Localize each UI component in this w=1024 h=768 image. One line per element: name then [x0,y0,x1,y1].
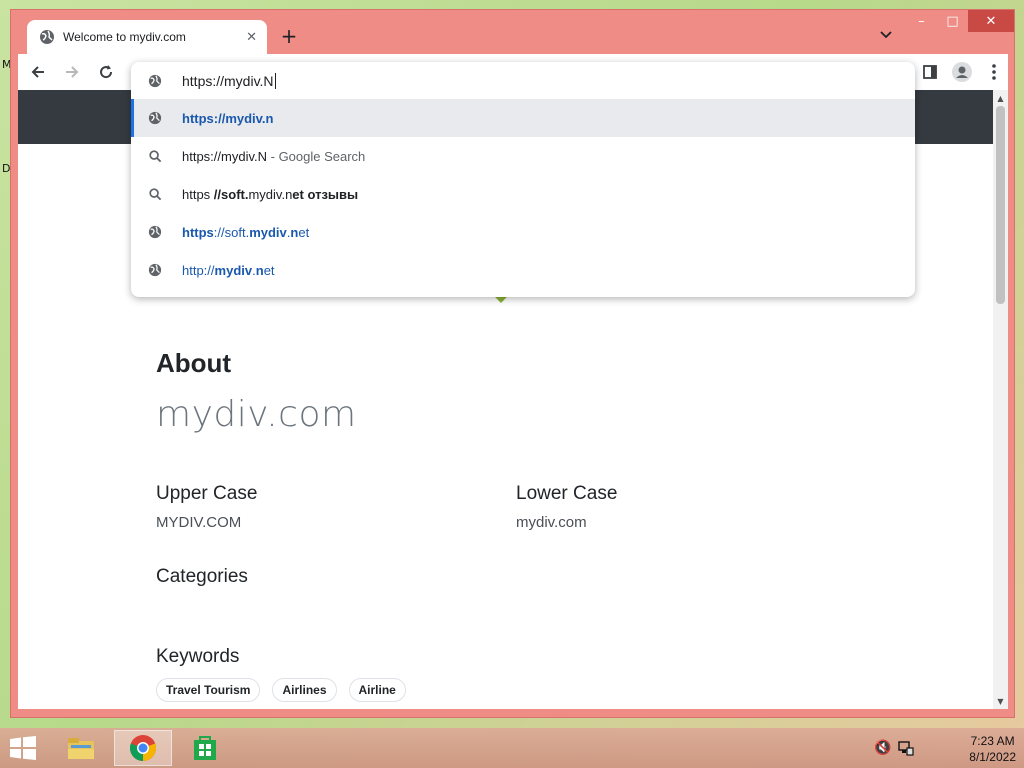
kebab-menu-icon [992,64,996,80]
suggestion-text-part: https [182,224,214,240]
omnibox-suggestion[interactable]: https://mydiv.n [131,99,915,137]
clock-time: 7:23 AM [970,734,1015,748]
suggestion-text-part: et [298,224,310,240]
domain-title: mydiv.com [156,394,357,435]
store-icon [194,736,216,760]
taskbar-chrome[interactable] [114,730,172,766]
suggestion-text-part: n [255,262,264,278]
new-tab-button[interactable]: + [277,24,301,48]
close-window-button[interactable]: ✕ [968,10,1014,32]
keyword-tag[interactable]: Airline [348,678,406,702]
clock-date: 8/1/2022 [969,750,1016,764]
suggestion-text-part: https://mydiv.n [182,110,274,126]
vertical-scrollbar[interactable]: ▲ ▼ [993,90,1008,709]
folder-icon [68,738,94,759]
suggestion-text-part: mydiv.n [248,186,293,202]
keyword-tags: Travel Tourism Airlines Airline [156,678,406,702]
browser-window: – □ ✕ Welcome to mydiv.com ✕ + About myd… [10,9,1015,718]
side-panel-icon [923,65,937,79]
scroll-down-arrow-icon[interactable]: ▼ [993,694,1008,708]
chrome-icon [129,735,157,761]
omnibox-suggestion[interactable]: https //soft.mydiv.net отзывы [131,175,915,213]
selection-indicator [131,99,134,137]
minimize-button[interactable]: – [906,10,937,32]
suggestion-text-part: ://soft. [213,224,250,240]
suggestion-text-part: http:// [182,262,215,278]
windows-start-icon[interactable] [8,736,38,760]
about-heading: About [156,348,232,378]
taskbar: 🔇 7:23 AM 8/1/2022 [0,728,1024,768]
side-panel-button[interactable] [918,60,942,84]
system-clock[interactable]: 7:23 AM 8/1/2022 [969,733,1016,765]
omnibox-suggestion[interactable]: https://mydiv.N - Google Search [131,137,915,175]
keyword-tag[interactable]: Travel Tourism [156,678,261,702]
reload-button[interactable] [94,60,118,84]
scrollbar-thumb[interactable] [996,106,1005,304]
globe-icon [147,262,163,278]
omnibox-suggestion[interactable]: https://soft.mydiv.net [131,213,915,251]
globe-icon [147,110,163,126]
reload-icon [100,65,113,79]
omnibox[interactable]: https://mydiv.N [131,62,915,99]
search-icon [147,148,163,164]
suggestion-text: https //soft.mydiv.net отзывы [182,187,358,202]
omnibox-value: https://mydiv.N [182,72,274,89]
profile-button[interactable] [950,60,974,84]
forward-arrow-icon [66,66,79,78]
suggestion-text-part: et [263,262,275,278]
maximize-button[interactable]: □ [937,10,968,32]
window-controls: – □ ✕ [906,10,1014,32]
suggestion-text: http://mydiv.net [182,263,275,278]
taskbar-file-explorer[interactable] [52,730,110,766]
suggestion-text: https://mydiv.N - Google Search [182,149,365,164]
lower-case-heading: Lower Case [516,483,618,504]
suggestion-text: https://mydiv.n [182,111,273,126]
speaker-muted-icon[interactable]: 🔇 [874,740,891,756]
lower-case-value: mydiv.com [516,514,587,531]
tab-search-button[interactable] [877,26,895,44]
globe-icon [147,73,163,89]
scroll-up-arrow-icon[interactable]: ▲ [993,91,1008,105]
omnibox-input[interactable]: https://mydiv.N [182,72,276,89]
suggestion-text-part: https://mydiv.N [182,148,268,164]
suggestion-text: https://soft.mydiv.net [182,225,309,240]
menu-button[interactable] [982,60,1006,84]
avatar-icon [952,62,972,82]
globe-icon [147,224,163,240]
back-button[interactable] [26,60,50,84]
omnibox-suggestion[interactable]: http://mydiv.net [131,251,915,289]
keyword-tag[interactable]: Airlines [272,678,337,702]
close-tab-icon[interactable]: ✕ [246,30,257,45]
suggestion-text-part: https [182,186,214,202]
suggestion-text-part: - Google Search [267,148,366,164]
suggestion-text-part: //soft. [213,186,249,202]
search-icon [147,186,163,202]
keywords-heading: Keywords [156,646,240,667]
globe-icon [40,30,54,44]
forward-button[interactable] [60,60,84,84]
network-icon[interactable] [898,740,914,760]
suggestion-text-part: mydiv [214,262,253,278]
browser-tab[interactable]: Welcome to mydiv.com ✕ [27,20,267,54]
text-caret [274,72,276,89]
taskbar-store[interactable] [176,730,234,766]
upper-case-value: MYDIV.COM [156,514,242,531]
omnibox-dropdown: https://mydiv.N https://mydiv.n https://m… [131,62,915,297]
categories-heading: Categories [156,566,248,587]
chevron-down-icon [880,31,892,39]
back-arrow-icon [31,66,44,78]
suggestion-text-part: et отзывы [292,186,359,202]
upper-case-heading: Upper Case [156,483,258,504]
suggestion-text-part: mydiv [249,224,287,240]
tab-title: Welcome to mydiv.com [63,30,186,44]
